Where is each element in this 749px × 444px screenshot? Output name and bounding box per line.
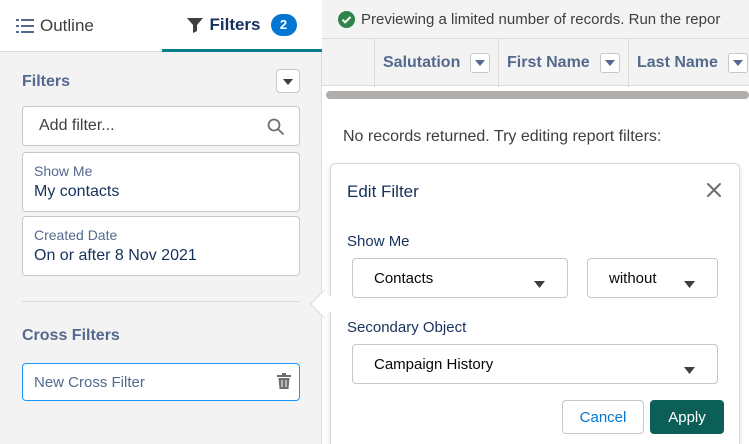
- column-menu-button[interactable]: [599, 53, 620, 73]
- caret-down-icon: [684, 275, 695, 292]
- filters-menu-button[interactable]: [276, 69, 300, 93]
- tab-outline-label: Outline: [40, 16, 94, 35]
- section-divider: [22, 301, 300, 302]
- show-me-value: Contacts: [374, 269, 434, 287]
- column-header-first-name: First Name: [498, 39, 628, 87]
- preview-banner-text: Previewing a limited number of records. …: [361, 10, 721, 28]
- filter-label: Created Date: [34, 227, 118, 243]
- secondary-object-label: Secondary Object: [347, 319, 467, 336]
- list-icon: [16, 19, 34, 33]
- cross-filters-heading: Cross Filters: [22, 327, 120, 344]
- show-me-select[interactable]: Contacts: [352, 258, 568, 298]
- column-label: Salutation: [383, 54, 461, 71]
- funnel-icon: [187, 17, 204, 33]
- column-menu-button[interactable]: [727, 53, 748, 73]
- caret-down-icon: [534, 275, 545, 292]
- filter-card-created-date[interactable]: Created Date On or after 8 Nov 2021: [22, 216, 300, 276]
- close-icon[interactable]: [705, 181, 723, 199]
- cancel-button[interactable]: Cancel: [562, 400, 644, 434]
- tab-outline[interactable]: Outline: [16, 0, 161, 52]
- trash-icon[interactable]: [277, 373, 291, 393]
- add-filter-input[interactable]: Add filter...: [22, 106, 300, 146]
- filter-count-badge: 2: [270, 13, 297, 36]
- secondary-object-select[interactable]: Campaign History: [352, 344, 718, 384]
- cross-filter-label: New Cross Filter: [34, 373, 145, 391]
- search-icon: [267, 118, 285, 141]
- popover-title: Edit Filter: [347, 182, 419, 201]
- column-menu-button[interactable]: [470, 53, 491, 73]
- column-header-salutation: Salutation: [374, 39, 498, 87]
- empty-state-message: No records returned. Try editing report …: [343, 128, 662, 145]
- filters-sidebar: Outline Filters 2 Filters Add filter... …: [0, 0, 322, 444]
- tab-filters-label: Filters: [209, 14, 261, 34]
- report-table-header: Salutation First Name Last Name: [322, 38, 749, 87]
- filter-label: Show Me: [34, 163, 93, 179]
- filter-value: On or after 8 Nov 2021: [34, 247, 197, 264]
- add-filter-placeholder: Add filter...: [39, 117, 115, 134]
- operator-value: without: [609, 269, 657, 287]
- preview-banner: Previewing a limited number of records. …: [322, 0, 749, 38]
- horizontal-scrollbar[interactable]: [326, 91, 749, 99]
- column-label: Last Name: [637, 54, 718, 71]
- operator-select[interactable]: without: [587, 258, 718, 298]
- secondary-object-value: Campaign History: [374, 355, 494, 373]
- tab-filters[interactable]: Filters 2: [162, 0, 322, 52]
- column-label: First Name: [507, 54, 590, 71]
- filter-value: My contacts: [34, 183, 120, 200]
- sidebar-tabs: Outline Filters 2: [0, 0, 322, 52]
- filters-heading: Filters: [22, 73, 71, 90]
- cross-filter-item[interactable]: New Cross Filter: [22, 363, 300, 401]
- filter-card-show-me[interactable]: Show Me My contacts: [22, 152, 300, 212]
- show-me-label: Show Me: [347, 233, 410, 250]
- apply-button[interactable]: Apply: [650, 400, 724, 434]
- edit-filter-popover: Edit Filter Show Me Contacts without Sec…: [330, 163, 740, 444]
- caret-down-icon: [684, 361, 695, 378]
- success-check-icon: [338, 10, 355, 28]
- column-header-last-name: Last Name: [628, 39, 749, 87]
- caret-down-icon: [283, 72, 293, 90]
